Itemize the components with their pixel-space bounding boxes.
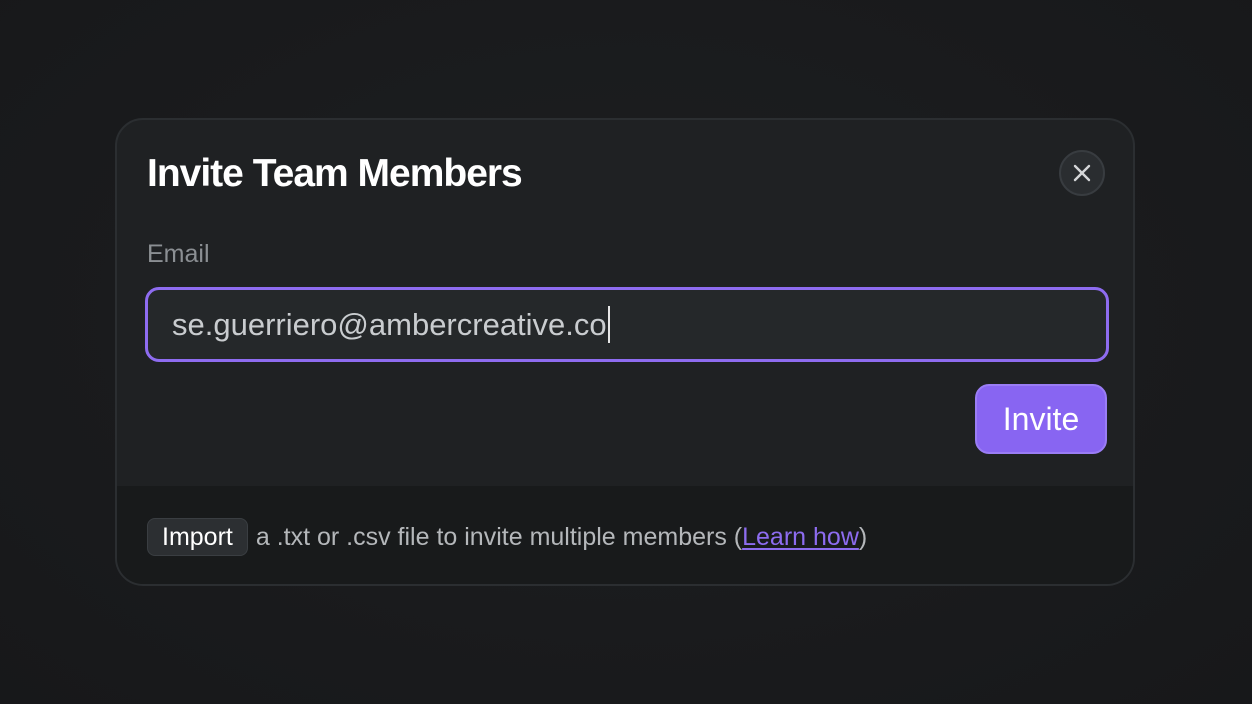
import-button[interactable]: Import — [147, 518, 248, 556]
learn-how-link[interactable]: Learn how — [742, 523, 859, 552]
invite-button[interactable]: Invite — [975, 384, 1107, 454]
invite-dialog: Invite Team Members Email se.guerriero@a… — [115, 118, 1135, 586]
dialog-footer: Import a .txt or .csv file to invite mul… — [117, 486, 1133, 584]
email-label: Email — [147, 240, 210, 268]
dialog-body: Invite Team Members Email se.guerriero@a… — [117, 120, 1133, 486]
close-icon — [1072, 163, 1092, 183]
footer-text: a .txt or .csv file to invite multiple m… — [255, 522, 743, 551]
footer-close-paren: ) — [858, 522, 868, 551]
dialog-title: Invite Team Members — [147, 152, 523, 195]
email-input-value: se.guerriero@ambercreative.co — [172, 306, 607, 342]
text-caret — [607, 306, 610, 343]
close-button[interactable] — [1059, 150, 1105, 196]
email-input[interactable]: se.guerriero@ambercreative.co — [145, 287, 1109, 362]
